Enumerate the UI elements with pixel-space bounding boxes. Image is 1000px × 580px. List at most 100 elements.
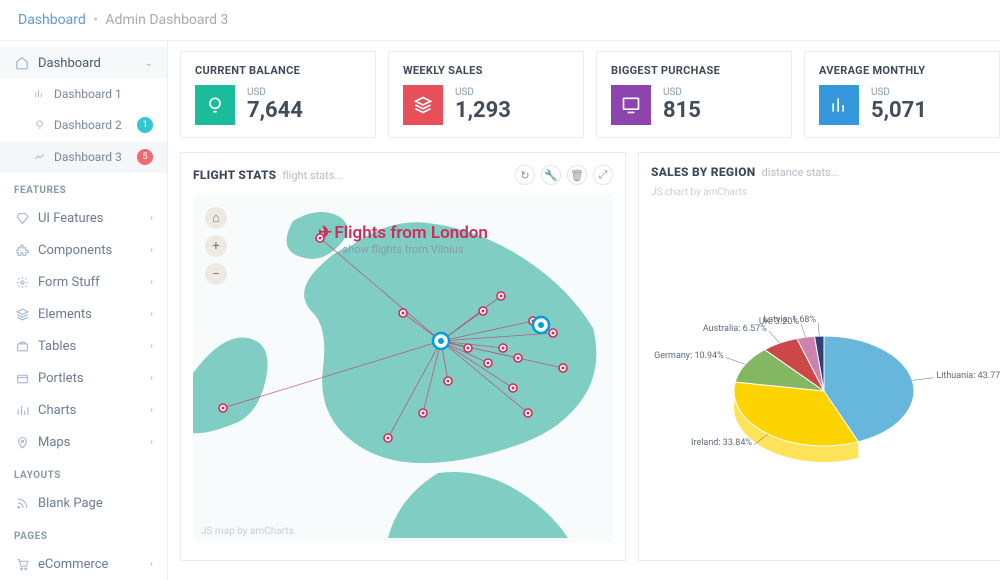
chevron-left-icon: ‹ [150,405,153,416]
nav-label: Dashboard [38,56,101,71]
pie-slice-label: Germany: 10.94% [654,351,724,361]
pie-slice-label: Australia: 6.57% [703,324,767,334]
nav-maps[interactable]: Maps‹ [0,426,167,458]
chevron-left-icon: ‹ [150,277,153,288]
graph-icon [34,151,46,163]
card-weekly-sales: WEEKLY SALES USD1,293 [388,51,584,138]
section-pages: PAGES [0,519,167,548]
card-title: BIGGEST PURCHASE [611,64,777,77]
nav-sub-dashboard-2[interactable]: Dashboard 2 1 [0,109,167,141]
bar-chart-icon [819,85,859,125]
chevron-left-icon: ‹ [150,373,153,384]
panel-subtitle: distance stats... [762,166,840,179]
card-currency: USD [247,87,303,98]
reload-icon[interactable]: ↻ [515,165,535,185]
plane-icon: ✈ [318,223,332,243]
nav-label: eCommerce [38,557,108,572]
card-value: 5,071 [871,98,927,123]
nav-sub-dashboard-3[interactable]: Dashboard 3 5 [0,141,167,173]
card-current-balance: CURRENT BALANCE USD7,644 [180,51,376,138]
chart-credit: JS chart by amCharts [651,187,997,198]
flight-map[interactable]: ⌂ + − ✈Flights from London show flights … [193,193,613,543]
badge: 1 [137,117,153,133]
nav-label: Blank Page [38,496,103,511]
gear-icon [14,274,30,290]
nav-label: Portlets [38,371,84,386]
layers-icon [403,85,443,125]
card-value: 815 [663,98,701,123]
puzzle-icon [14,242,30,258]
pie-slice-label: Ireland: 33.84% [691,438,752,448]
pin-icon [14,434,30,450]
card-currency: USD [871,87,927,98]
section-features: FEATURES [0,173,167,202]
cart-icon [14,556,30,572]
nav-charts[interactable]: Charts ‹ [0,394,167,426]
card-currency: USD [663,87,701,98]
breadcrumb-sep: • [93,12,98,28]
chevron-left-icon: ‹ [150,213,153,224]
breadcrumb-root[interactable]: Dashboard [18,12,86,28]
nav-elements[interactable]: Elements ‹ [0,298,167,330]
nav-label: Maps [38,435,70,450]
chevron-left-icon: ‹ [150,309,153,320]
bulb-icon [195,85,235,125]
nav-ui-features[interactable]: UI Features ‹ [0,202,167,234]
nav-sub-label: Dashboard 3 [54,150,122,164]
nav-tables[interactable]: Tables ‹ [0,330,167,362]
map-subtitle[interactable]: show flights from Vilnius [318,243,488,256]
map-zoom-out-button[interactable]: − [205,263,227,285]
stat-cards: CURRENT BALANCE USD7,644 WEEKLY SALES US… [180,51,1000,138]
panel-subtitle: flight stats... [282,169,343,182]
panel-flight-stats: FLIGHT STATS flight stats... ↻ 🔧 🗑 ⤢ [180,152,626,561]
nav-label: Tables [38,339,76,354]
briefcase-icon [14,338,30,354]
map-zoom-in-button[interactable]: + [205,235,227,257]
card-value: 1,293 [455,98,511,123]
nav-label: UI Features [38,211,104,226]
nav-components[interactable]: Components ‹ [0,234,167,266]
bulb-icon [34,119,46,131]
badge: 5 [137,149,153,165]
trash-icon[interactable]: 🗑 [567,165,587,185]
breadcrumb: Dashboard • Admin Dashboard 3 [0,0,1000,40]
nav-sub-dashboard-1[interactable]: Dashboard 1 [0,79,167,109]
nav-label: Components [38,243,112,258]
nav-ecommerce[interactable]: eCommerce‹ [0,548,167,580]
wallet-icon [14,370,30,386]
chevron-down-icon: ⌄ [145,58,153,69]
card-biggest-purchase: BIGGEST PURCHASE USD815 [596,51,792,138]
card-value: 7,644 [247,98,303,123]
nav-form-stuff[interactable]: Form Stuff‹ [0,266,167,298]
nav-dashboard[interactable]: Dashboard ⌄ [0,47,167,79]
nav-sub-label: Dashboard 1 [54,87,122,101]
map-credit: JS map by amCharts [201,526,294,537]
content: CURRENT BALANCE USD7,644 WEEKLY SALES US… [168,41,1000,580]
card-currency: USD [455,87,511,98]
screen-icon [611,85,651,125]
nav-blank-page[interactable]: Blank Page [0,487,167,519]
bar-chart-icon [34,88,46,100]
nav-label: Charts [38,403,76,418]
panel-title: FLIGHT STATS [193,168,276,182]
chevron-left-icon: ‹ [150,245,153,256]
home-icon [14,55,30,71]
bar-chart-icon [14,402,30,418]
nav-portlets[interactable]: Portlets ‹ [0,362,167,394]
section-layouts: LAYOUTS [0,458,167,487]
nav-sub-label: Dashboard 2 [54,118,122,132]
chevron-left-icon: ‹ [150,341,153,352]
diamond-icon [14,210,30,226]
breadcrumb-current: Admin Dashboard 3 [105,12,228,28]
map-title-block: ✈Flights from London show flights from V… [318,223,488,256]
card-title: CURRENT BALANCE [195,64,361,77]
panel-title: SALES BY REGION [651,165,756,179]
card-title: WEEKLY SALES [403,64,569,77]
card-title: AVERAGE MONTHLY [819,64,985,77]
map-home-button[interactable]: ⌂ [205,207,227,229]
pie-chart: Lithuania: 43.77%Ireland: 33.84%Germany:… [651,198,997,548]
nav-label: Elements [38,307,92,322]
wrench-icon[interactable]: 🔧 [541,165,561,185]
fullscreen-icon[interactable]: ⤢ [593,165,613,185]
map-title: Flights from London [334,223,488,243]
